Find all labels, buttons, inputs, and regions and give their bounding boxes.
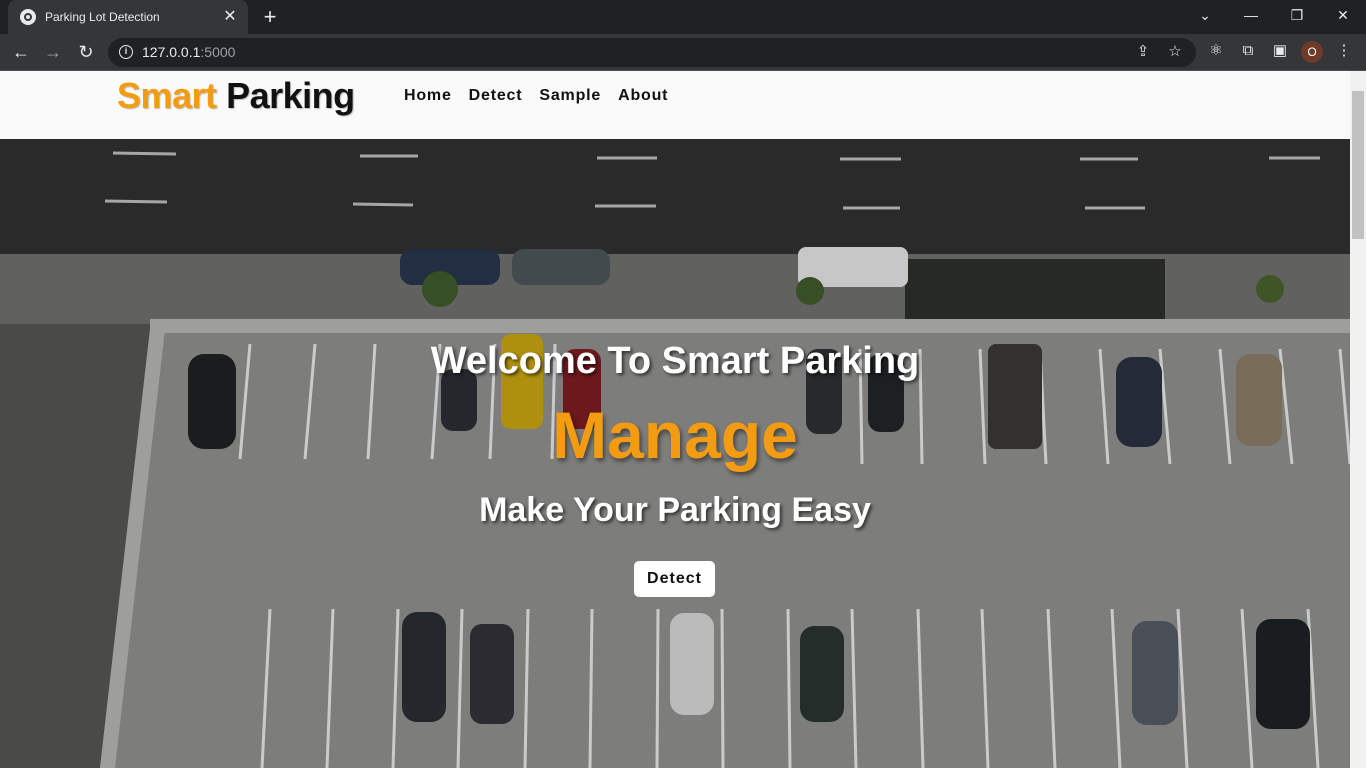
browser-tab[interactable]: Parking Lot Detection ✕ (8, 0, 248, 34)
window-close-icon[interactable]: ✕ (1320, 0, 1366, 30)
hero-tagline: Make Your Parking Easy (479, 491, 871, 529)
info-icon[interactable]: i (119, 45, 133, 59)
side-panel-icon[interactable]: ▣ (1269, 40, 1291, 62)
detect-button[interactable]: Detect (634, 561, 715, 597)
reload-icon[interactable]: ↻ (74, 40, 98, 64)
hero-section: Welcome To Smart Parking Manage Make You… (0, 139, 1350, 768)
page-scrollbar[interactable] (1350, 71, 1366, 768)
react-devtools-icon[interactable]: ⚛ (1205, 40, 1227, 62)
chevron-down-icon[interactable]: ⌄ (1182, 0, 1228, 30)
star-icon[interactable]: ☆ (1165, 42, 1185, 62)
share-icon[interactable]: ⇪ (1133, 42, 1153, 62)
page-viewport: Smart Parking Home Detect Sample About W… (0, 71, 1350, 768)
address-bar[interactable]: i 127.0.0.1:5000 ⇪ ☆ (108, 38, 1196, 67)
kebab-menu-icon[interactable]: ⋮ (1333, 40, 1355, 62)
browser-tab-strip: Parking Lot Detection ✕ + ⌄ — ❐ ✕ (0, 0, 1366, 34)
scrollbar-thumb[interactable] (1352, 91, 1364, 239)
nav-home[interactable]: Home (404, 87, 452, 105)
hero-content: Welcome To Smart Parking Manage Make You… (0, 139, 1350, 768)
globe-icon (20, 9, 36, 25)
site-header: Smart Parking Home Detect Sample About (0, 71, 1350, 139)
site-logo[interactable]: Smart Parking (117, 75, 355, 117)
browser-toolbar: ← → ↻ i 127.0.0.1:5000 ⇪ ☆ ⚛ ⧉ ▣ O ⋮ (0, 34, 1366, 71)
url-text[interactable]: 127.0.0.1:5000 (142, 44, 235, 60)
nav-sample[interactable]: Sample (539, 87, 601, 105)
new-tab-button[interactable]: + (258, 5, 282, 29)
profile-avatar[interactable]: O (1301, 41, 1323, 63)
puzzle-icon[interactable]: ⧉ (1237, 40, 1259, 62)
back-arrow-icon[interactable]: ← (9, 40, 33, 64)
hero-headline: Manage (552, 398, 798, 472)
close-icon[interactable]: ✕ (222, 9, 238, 25)
nav-detect[interactable]: Detect (469, 87, 523, 105)
restore-icon[interactable]: ❐ (1274, 0, 1320, 30)
main-nav: Home Detect Sample About (404, 87, 668, 105)
tab-title: Parking Lot Detection (45, 10, 160, 24)
hero-welcome: Welcome To Smart Parking (430, 340, 920, 382)
forward-arrow-icon[interactable]: → (41, 40, 65, 64)
minimize-icon[interactable]: — (1228, 0, 1274, 30)
nav-about[interactable]: About (618, 87, 668, 105)
